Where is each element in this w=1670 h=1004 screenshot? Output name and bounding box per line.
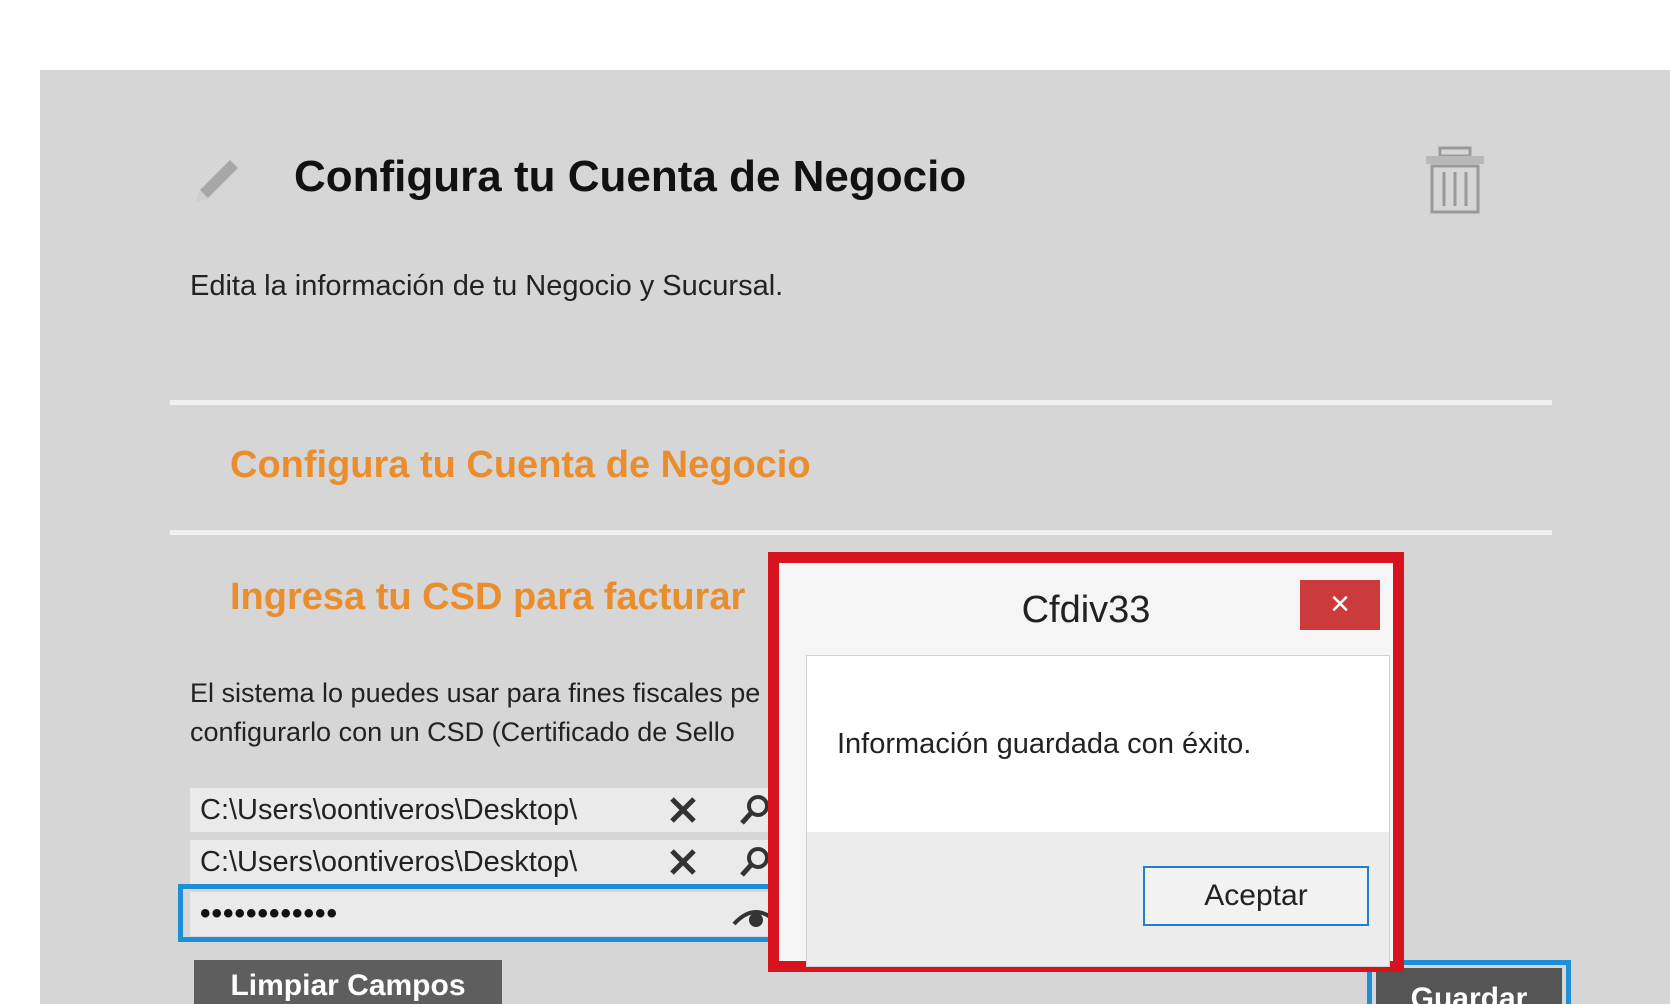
focus-highlight: [178, 884, 798, 942]
page-title: Configura tu Cuenta de Negocio: [294, 152, 967, 201]
dialog-message: Información guardada con éxito.: [837, 728, 1252, 760]
csd-description: El sistema lo puedes usar para fines fis…: [190, 674, 760, 752]
search-icon[interactable]: [738, 793, 772, 827]
cer-file-field[interactable]: C:\Users\oontiveros\Desktop\: [190, 788, 770, 832]
page-subtitle: Edita la información de tu Negocio y Suc…: [190, 270, 784, 302]
close-icon: ×: [1330, 585, 1350, 623]
close-button[interactable]: ×: [1300, 580, 1380, 630]
key-file-field[interactable]: C:\Users\oontiveros\Desktop\: [190, 840, 770, 884]
pencil-icon: [196, 160, 238, 202]
section-header-csd[interactable]: Ingresa tu CSD para facturar: [230, 576, 745, 619]
description-line: configurarlo con un CSD (Certificado de …: [190, 717, 735, 747]
cer-file-path[interactable]: C:\Users\oontiveros\Desktop\: [190, 794, 595, 827]
dialog-body: Información guardada con éxito. Aceptar: [806, 655, 1390, 967]
dialog-footer: Aceptar: [807, 832, 1389, 966]
divider: [170, 400, 1552, 405]
divider: [170, 530, 1552, 535]
clear-x-icon[interactable]: [666, 793, 700, 827]
search-icon[interactable]: [738, 845, 772, 879]
save-button[interactable]: Guardar: [1376, 968, 1562, 1004]
success-dialog: Cfdiv33 × Información guardada con éxito…: [768, 552, 1404, 972]
clear-x-icon[interactable]: [666, 845, 700, 879]
accept-button[interactable]: Aceptar: [1143, 866, 1369, 926]
clear-fields-button[interactable]: Limpiar Campos: [194, 960, 502, 1004]
trash-icon[interactable]: [1420, 146, 1490, 216]
key-file-path[interactable]: C:\Users\oontiveros\Desktop\: [190, 846, 595, 879]
section-header-account[interactable]: Configura tu Cuenta de Negocio: [230, 444, 811, 487]
description-line: El sistema lo puedes usar para fines fis…: [190, 678, 761, 708]
